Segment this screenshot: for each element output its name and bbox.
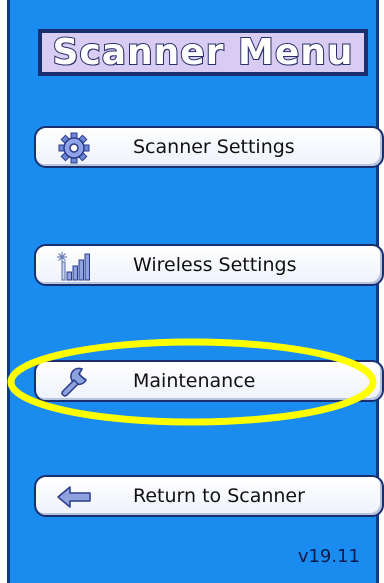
scanner-screen: Scanner Menu Scanner Settings Wireless S… [0,0,384,583]
gear-icon [56,132,92,164]
scanner-settings-button[interactable]: Scanner Settings [34,126,384,168]
scanner-settings-label: Scanner Settings [133,136,295,158]
page-title: Scanner Menu [51,31,354,74]
wrench-icon [56,366,92,398]
return-to-scanner-button[interactable]: Return to Scanner [34,475,384,517]
wireless-settings-label: Wireless Settings [133,254,297,276]
version-label: v19.11 [297,546,360,567]
maintenance-button[interactable]: Maintenance [34,360,384,402]
maintenance-label: Maintenance [133,370,256,392]
left-arrow-icon [56,481,92,513]
title-banner: Scanner Menu [38,29,368,76]
return-to-scanner-label: Return to Scanner [133,485,305,507]
menu-panel: Scanner Menu Scanner Settings Wireless S… [7,0,384,583]
signal-bars-icon [56,250,92,282]
wireless-settings-button[interactable]: Wireless Settings [34,244,384,286]
